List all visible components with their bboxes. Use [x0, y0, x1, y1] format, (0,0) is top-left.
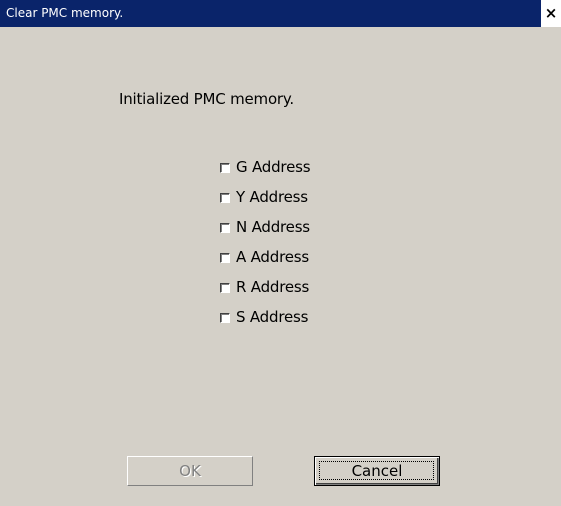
- checkbox-label[interactable]: A Address: [236, 248, 309, 266]
- cancel-button[interactable]: Cancel: [314, 456, 440, 486]
- checkbox-box[interactable]: [220, 193, 230, 203]
- window-title: Clear PMC memory.: [6, 6, 124, 20]
- close-button[interactable]: ×: [541, 0, 561, 27]
- checkbox-label[interactable]: N Address: [236, 218, 310, 236]
- dialog-heading: Initialized PMC memory.: [119, 90, 294, 108]
- checkbox-box[interactable]: [220, 223, 230, 233]
- clear-pmc-memory-dialog: Clear PMC memory. × Initialized PMC memo…: [0, 0, 561, 506]
- checkbox-label[interactable]: Y Address: [236, 188, 308, 206]
- ok-button[interactable]: OK: [127, 456, 253, 486]
- checkbox-box[interactable]: [220, 313, 230, 323]
- checkbox-box[interactable]: [220, 253, 230, 263]
- title-bar[interactable]: Clear PMC memory. ×: [0, 0, 561, 27]
- checkbox-label[interactable]: G Address: [236, 158, 311, 176]
- checkbox-box[interactable]: [220, 163, 230, 173]
- checkbox-box[interactable]: [220, 283, 230, 293]
- checkbox-label[interactable]: R Address: [236, 278, 309, 296]
- cancel-button-label: Cancel: [351, 462, 403, 480]
- close-icon: ×: [544, 4, 558, 22]
- checkbox-label[interactable]: S Address: [236, 308, 308, 326]
